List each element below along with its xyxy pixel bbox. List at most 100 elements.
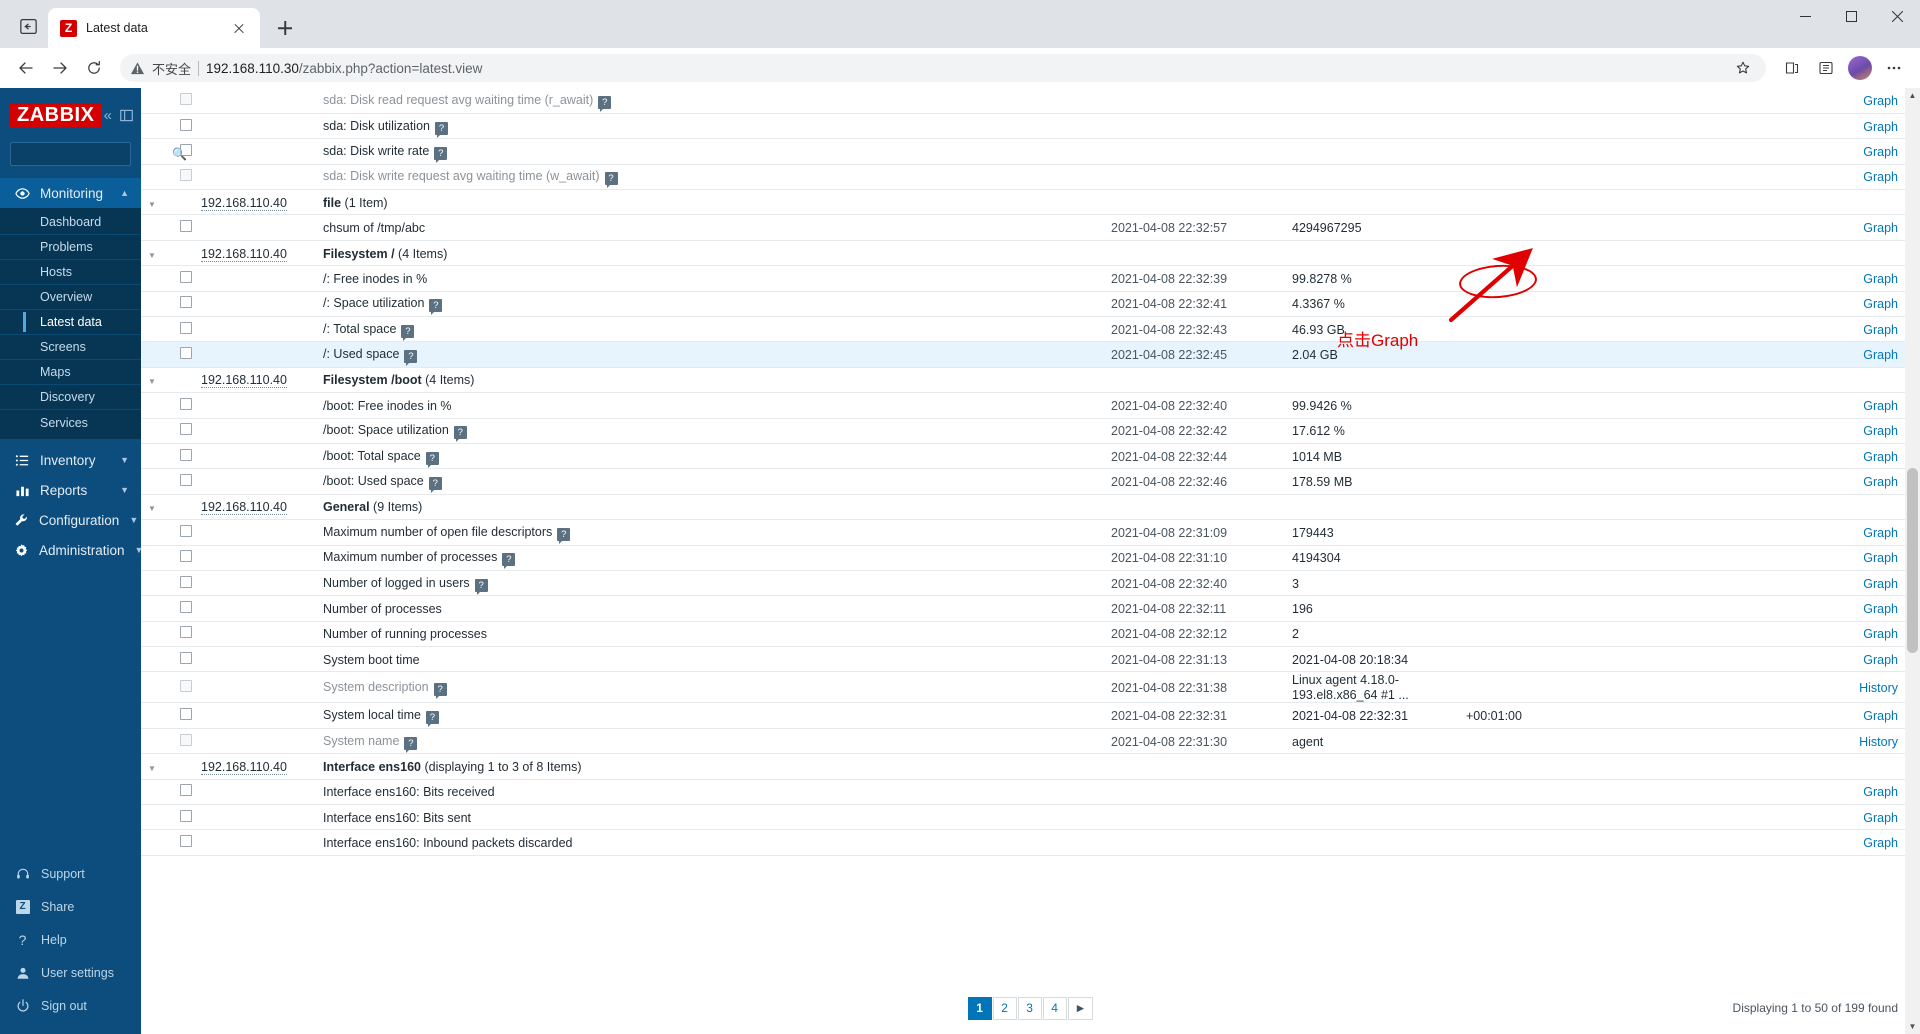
row-checkbox[interactable] — [180, 835, 192, 848]
minimize-icon[interactable] — [1782, 0, 1828, 32]
maximize-icon[interactable] — [1828, 0, 1874, 32]
address-bar[interactable]: 不安全 192.168.110.30/zabbix.php?action=lat… — [120, 54, 1766, 82]
group-toggle-cell[interactable]: ▼ — [141, 367, 163, 394]
browser-tab[interactable]: Z Latest data — [48, 8, 260, 48]
page-button-4[interactable]: 4 — [1042, 996, 1067, 1020]
row-checkbox[interactable] — [180, 575, 192, 588]
host-cell[interactable]: 192.168.110.40 — [201, 240, 311, 267]
row-checkbox[interactable] — [180, 220, 192, 233]
scroll-up-icon[interactable]: ▲ — [1905, 88, 1920, 103]
sidebar-item-monitoring[interactable]: Monitoring ▲ — [0, 178, 141, 208]
tab-search-icon[interactable] — [8, 6, 48, 46]
collapse-sidebar-icon[interactable]: « — [104, 108, 112, 123]
graph-link[interactable]: Graph — [1863, 424, 1898, 438]
sidebar-item-hosts[interactable]: Hosts — [0, 260, 141, 285]
sidebar-item-problems[interactable]: Problems — [0, 235, 141, 260]
graph-link[interactable]: Graph — [1863, 399, 1898, 413]
graph-link[interactable]: Graph — [1863, 526, 1898, 540]
info-icon[interactable]: ? — [598, 95, 612, 112]
info-icon[interactable]: ? — [502, 553, 516, 570]
graph-link[interactable]: Graph — [1863, 94, 1898, 108]
close-window-icon[interactable] — [1874, 0, 1920, 32]
row-checkbox-cell[interactable] — [163, 728, 201, 755]
row-checkbox-cell[interactable] — [163, 804, 201, 831]
row-checkbox-cell[interactable] — [163, 88, 201, 114]
row-checkbox[interactable] — [180, 679, 192, 692]
profile-avatar[interactable] — [1844, 52, 1876, 84]
graph-link[interactable]: Graph — [1863, 348, 1898, 362]
row-checkbox-cell[interactable] — [163, 265, 201, 292]
history-link[interactable]: History — [1859, 735, 1898, 749]
sidebar-item-discovery[interactable]: Discovery — [0, 385, 141, 410]
row-checkbox[interactable] — [180, 708, 192, 721]
group-toggle-cell[interactable]: ▼ — [141, 189, 163, 216]
info-icon[interactable]: ? — [404, 736, 418, 753]
graph-link[interactable]: Graph — [1863, 551, 1898, 565]
sidebar-item-latest-data[interactable]: Latest data — [0, 310, 141, 335]
sidebar-item-maps[interactable]: Maps — [0, 360, 141, 385]
info-icon[interactable]: ? — [557, 527, 571, 544]
sidebar-item-configuration[interactable]: Configuration ▼ — [0, 505, 141, 535]
info-icon[interactable]: ? — [453, 426, 467, 443]
row-checkbox-cell[interactable] — [163, 341, 201, 368]
row-checkbox[interactable] — [180, 651, 192, 664]
graph-link[interactable]: Graph — [1863, 653, 1898, 667]
row-checkbox[interactable] — [180, 784, 192, 797]
sidebar-item-inventory[interactable]: Inventory ▼ — [0, 445, 141, 475]
row-checkbox[interactable] — [180, 296, 192, 309]
group-toggle-cell[interactable]: ▼ — [141, 494, 163, 521]
page-button-1[interactable]: 1 — [967, 996, 992, 1020]
row-checkbox[interactable] — [180, 118, 192, 131]
row-checkbox[interactable] — [180, 169, 192, 182]
row-checkbox-cell[interactable] — [163, 214, 201, 241]
row-checkbox-cell[interactable] — [163, 468, 201, 495]
row-checkbox-cell[interactable] — [163, 702, 201, 729]
graph-link[interactable]: Graph — [1863, 450, 1898, 464]
sidebar-item-help[interactable]: ? Help — [0, 923, 141, 956]
graph-link[interactable]: Graph — [1863, 627, 1898, 641]
group-toggle-cell[interactable]: ▼ — [141, 240, 163, 267]
scrollbar-thumb[interactable] — [1907, 468, 1918, 653]
sidebar-item-services[interactable]: Services — [0, 410, 141, 435]
row-checkbox[interactable] — [180, 733, 192, 746]
info-icon[interactable]: ? — [435, 121, 448, 138]
page-button-2[interactable]: 2 — [992, 996, 1017, 1020]
row-checkbox[interactable] — [180, 347, 192, 360]
row-checkbox-cell[interactable] — [163, 164, 201, 191]
back-icon[interactable] — [10, 52, 42, 84]
collections-icon[interactable] — [1776, 52, 1808, 84]
sidebar-item-reports[interactable]: Reports ▼ — [0, 475, 141, 505]
collapse-triangle-icon[interactable]: ▼ — [148, 377, 156, 386]
graph-link[interactable]: Graph — [1863, 221, 1898, 235]
info-icon[interactable]: ? — [425, 451, 439, 468]
scroll-down-icon[interactable]: ▼ — [1905, 1019, 1920, 1034]
graph-link[interactable]: Graph — [1863, 811, 1898, 825]
page-button-3[interactable]: 3 — [1017, 996, 1042, 1020]
favorites-icon[interactable] — [1810, 52, 1842, 84]
page-scrollbar[interactable]: ▲ ▼ — [1905, 88, 1920, 1034]
collapse-triangle-icon[interactable]: ▼ — [148, 251, 156, 260]
host-cell[interactable]: 192.168.110.40 — [201, 494, 311, 521]
info-icon[interactable]: ? — [404, 350, 418, 367]
row-checkbox-cell[interactable] — [163, 418, 201, 444]
info-icon[interactable]: ? — [428, 477, 442, 494]
row-checkbox[interactable] — [180, 809, 192, 822]
zabbix-logo[interactable]: ZABBIX — [10, 102, 102, 128]
row-checkbox-cell[interactable] — [163, 570, 201, 597]
row-checkbox-cell[interactable] — [163, 113, 201, 140]
row-checkbox-cell[interactable] — [163, 646, 201, 673]
row-checkbox-cell[interactable] — [163, 316, 201, 343]
graph-link[interactable]: Graph — [1863, 709, 1898, 723]
sidebar-item-dashboard[interactable]: Dashboard — [0, 210, 141, 235]
row-checkbox-cell[interactable] — [163, 595, 201, 622]
sidebar-item-support[interactable]: Support — [0, 857, 141, 890]
collapse-triangle-icon[interactable]: ▼ — [148, 504, 156, 513]
graph-link[interactable]: Graph — [1863, 120, 1898, 134]
row-checkbox[interactable] — [180, 448, 192, 461]
row-checkbox-cell[interactable] — [163, 829, 201, 856]
collapse-triangle-icon[interactable]: ▼ — [148, 200, 156, 209]
info-icon[interactable]: ? — [433, 682, 447, 699]
row-checkbox[interactable] — [180, 423, 192, 436]
graph-link[interactable]: Graph — [1863, 272, 1898, 286]
group-toggle-cell[interactable]: ▼ — [141, 753, 163, 780]
